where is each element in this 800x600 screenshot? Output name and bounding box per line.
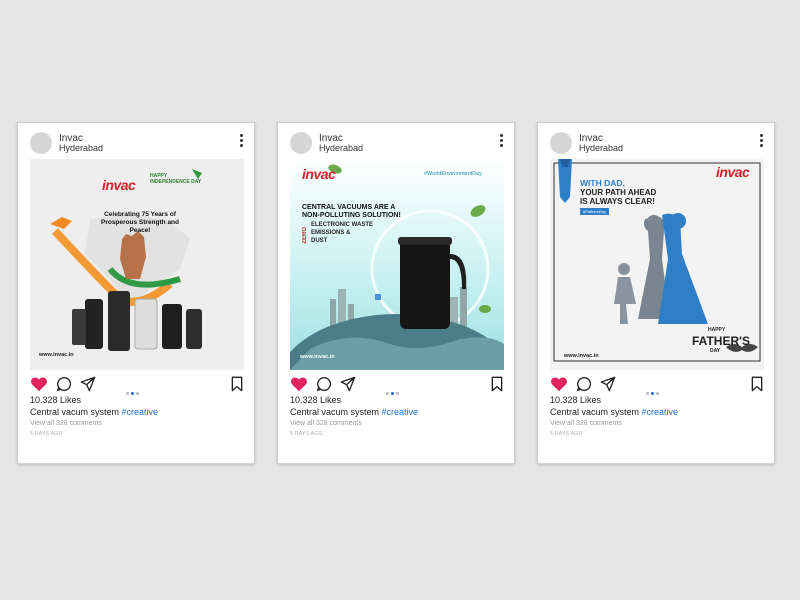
independence-day-artwork bbox=[30, 159, 244, 370]
post-time: 5 DAYS AGO bbox=[550, 431, 583, 437]
view-comments-link[interactable]: View all 328 comments bbox=[550, 420, 622, 427]
headline-line-2: NON-POLLUTING SOLUTION! bbox=[302, 212, 401, 219]
share-icon[interactable] bbox=[80, 376, 96, 392]
headline-line-1: CENTRAL VACUUMS ARE A bbox=[302, 204, 396, 211]
avatar[interactable] bbox=[290, 132, 312, 154]
comment-icon[interactable] bbox=[576, 376, 592, 392]
share-icon[interactable] bbox=[600, 376, 616, 392]
location[interactable]: Hyderabad bbox=[579, 143, 623, 153]
post-headline: Celebrating 75 Years of Prosperous Stren… bbox=[100, 211, 179, 234]
point-1: ELECTRONIC WASTE bbox=[311, 222, 374, 228]
post-card-1: Invac Hyderabad invac HAPPY INDEPENDENCE… bbox=[17, 122, 255, 464]
caption-text: Central vacum system bbox=[290, 407, 380, 417]
heart-icon[interactable] bbox=[550, 376, 568, 392]
caption-text: Central vacum system bbox=[30, 407, 120, 417]
post-header: Invac Hyderabad bbox=[290, 132, 504, 160]
website-label: www.invac.in bbox=[564, 353, 599, 359]
post-time: 5 DAYS AGO bbox=[290, 431, 323, 437]
post-card-2: Invac Hyderabad invac #WorldEnvironmentD… bbox=[277, 122, 515, 464]
zero-label: ZERO bbox=[302, 227, 308, 244]
post-image[interactable]: invac HAPPY INDEPENDENCE DAY Celebrating… bbox=[30, 159, 244, 370]
post-actions bbox=[290, 376, 504, 395]
caption: Central vacum system #creative bbox=[30, 407, 158, 417]
post-header: Invac Hyderabad bbox=[30, 132, 244, 160]
more-icon[interactable] bbox=[500, 134, 504, 150]
website-label: www.invac.in bbox=[300, 354, 335, 360]
caption-hashtag[interactable]: #creative bbox=[382, 407, 419, 417]
brand-logo: invac bbox=[102, 177, 136, 193]
bookmark-icon[interactable] bbox=[490, 376, 504, 392]
more-icon[interactable] bbox=[760, 134, 764, 150]
likes-count: 10.328 Likes bbox=[550, 395, 602, 405]
post-actions bbox=[550, 376, 764, 395]
day-label: DAY bbox=[710, 348, 721, 354]
post-header: Invac Hyderabad bbox=[550, 132, 764, 160]
point-2: EMISSIONS & bbox=[311, 230, 351, 236]
post-actions bbox=[30, 376, 244, 395]
more-icon[interactable] bbox=[240, 134, 244, 150]
post-image[interactable]: invac WITH DAD, YOUR PATH AHEAD IS ALWAY… bbox=[550, 159, 764, 370]
location[interactable]: Hyderabad bbox=[59, 143, 103, 153]
comment-icon[interactable] bbox=[316, 376, 332, 392]
happy-label: HAPPY bbox=[708, 327, 726, 333]
website-label: www.invac.in bbox=[39, 352, 74, 358]
headline-line-1: WITH DAD, bbox=[580, 178, 625, 188]
caption-hashtag[interactable]: #creative bbox=[642, 407, 679, 417]
headline-line-2: YOUR PATH AHEAD bbox=[580, 188, 657, 197]
avatar[interactable] bbox=[30, 132, 52, 154]
likes-count: 10.328 Likes bbox=[30, 395, 82, 405]
view-comments-link[interactable]: View all 328 comments bbox=[290, 420, 362, 427]
independence-badge: HAPPY INDEPENDENCE DAY bbox=[150, 173, 202, 185]
location[interactable]: Hyderabad bbox=[319, 143, 363, 153]
carousel-dots bbox=[646, 382, 661, 400]
image-hashtag: #WorldEnvironmentDay bbox=[424, 171, 482, 177]
avatar[interactable] bbox=[550, 132, 572, 154]
environment-day-artwork bbox=[290, 159, 504, 370]
bookmark-icon[interactable] bbox=[750, 376, 764, 392]
caption: Central vacum system #creative bbox=[550, 407, 678, 417]
fathers-label: FATHER'S bbox=[692, 334, 750, 348]
heart-icon[interactable] bbox=[290, 376, 308, 392]
brand-logo: invac bbox=[302, 166, 336, 182]
post-card-3: Invac Hyderabad invac WITH DAD, YOUR PAT… bbox=[537, 122, 775, 464]
fathers-day-tag: #FathersDay bbox=[580, 208, 609, 215]
carousel-dots bbox=[386, 382, 401, 400]
share-icon[interactable] bbox=[340, 376, 356, 392]
point-3: DUST bbox=[311, 238, 328, 244]
caption-hashtag[interactable]: #creative bbox=[122, 407, 159, 417]
view-comments-link[interactable]: View all 328 comments bbox=[30, 420, 102, 427]
carousel-dots bbox=[126, 382, 141, 400]
likes-count: 10.328 Likes bbox=[290, 395, 342, 405]
bookmark-icon[interactable] bbox=[230, 376, 244, 392]
brand-logo: invac bbox=[716, 164, 750, 180]
post-image[interactable]: invac #WorldEnvironmentDay CENTRAL VACUU… bbox=[290, 159, 504, 370]
heart-icon[interactable] bbox=[30, 376, 48, 392]
post-time: 5 DAYS AGO bbox=[30, 431, 63, 437]
caption-text: Central vacum system bbox=[550, 407, 640, 417]
caption: Central vacum system #creative bbox=[290, 407, 418, 417]
headline-line-3: IS ALWAYS CLEAR! bbox=[580, 197, 655, 206]
comment-icon[interactable] bbox=[56, 376, 72, 392]
